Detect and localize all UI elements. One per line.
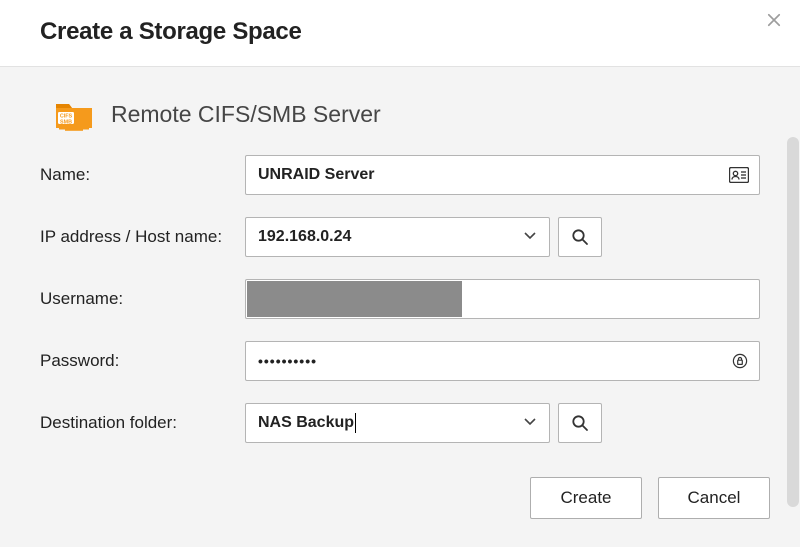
svg-text:SMB: SMB <box>60 120 72 126</box>
close-button[interactable] <box>760 6 788 34</box>
show-password-icon[interactable] <box>731 353 749 369</box>
destination-combo[interactable]: NAS Backup <box>245 403 550 443</box>
ip-label: IP address / Host name: <box>40 227 245 247</box>
section-title: Remote CIFS/SMB Server <box>111 101 381 128</box>
section-header: CIFS SMB Remote CIFS/SMB Server <box>0 67 800 141</box>
cancel-button[interactable]: Cancel <box>658 477 770 519</box>
name-label: Name: <box>40 165 245 185</box>
destination-label: Destination folder: <box>40 413 245 433</box>
chevron-down-icon <box>523 228 537 247</box>
username-input[interactable] <box>245 279 760 319</box>
username-redacted <box>247 281 462 317</box>
dialog-header: Create a Storage Space <box>0 0 800 67</box>
ip-host-value: 192.168.0.24 <box>258 228 351 246</box>
ip-host-combo[interactable]: 192.168.0.24 <box>245 217 550 257</box>
contact-card-icon[interactable] <box>729 167 749 183</box>
storage-form: Name: UNRAID Server <box>0 141 800 443</box>
close-icon <box>765 11 783 29</box>
password-label: Password: <box>40 351 245 371</box>
scrollbar-thumb[interactable] <box>787 137 799 507</box>
dialog-footer: Create Cancel <box>530 477 770 519</box>
name-input[interactable]: UNRAID Server <box>245 155 760 195</box>
username-label: Username: <box>40 289 245 309</box>
text-caret <box>355 413 356 433</box>
destination-search-button[interactable] <box>558 403 602 443</box>
chevron-down-icon <box>523 414 537 433</box>
cifs-smb-folder-icon: CIFS SMB <box>55 97 93 131</box>
destination-value: NAS Backup <box>258 413 356 433</box>
password-mask: •••••••••• <box>258 353 317 369</box>
scrollbar[interactable] <box>786 137 800 547</box>
password-input[interactable]: •••••••••• <box>245 341 760 381</box>
dialog-title: Create a Storage Space <box>40 18 760 46</box>
search-icon <box>571 414 589 432</box>
search-icon <box>571 228 589 246</box>
create-button[interactable]: Create <box>530 477 642 519</box>
name-value: UNRAID Server <box>258 166 374 184</box>
ip-search-button[interactable] <box>558 217 602 257</box>
